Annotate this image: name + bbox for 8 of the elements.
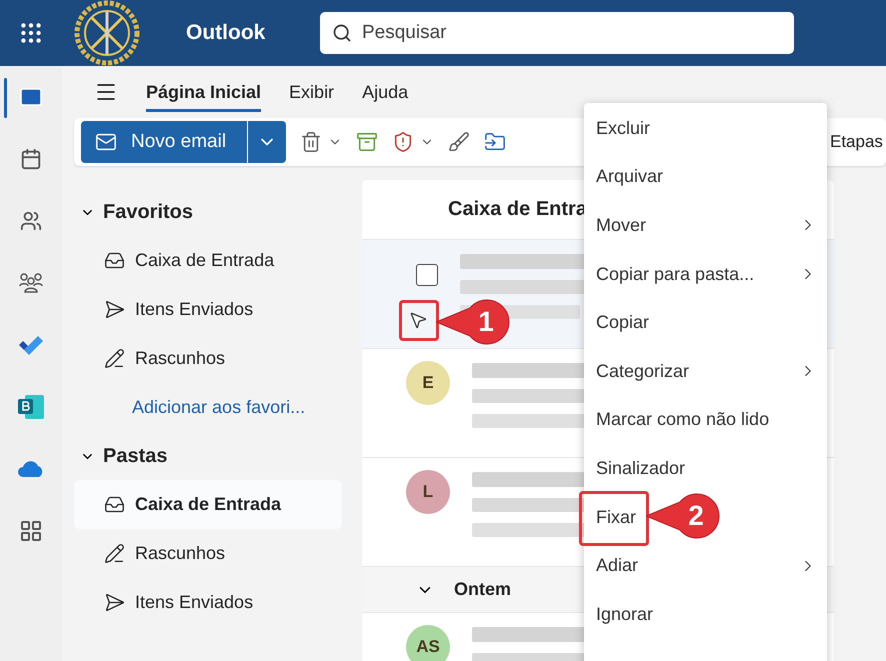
callout-badge: 2 — [646, 492, 720, 540]
avatar: AS — [406, 625, 450, 661]
app-title: Outlook — [186, 21, 266, 45]
avatar: L — [406, 470, 450, 514]
section-title: Pastas — [103, 444, 168, 468]
callout-badge: 1 — [436, 298, 510, 346]
avatar: E — [406, 361, 450, 405]
section-title: Favoritos — [103, 200, 194, 224]
